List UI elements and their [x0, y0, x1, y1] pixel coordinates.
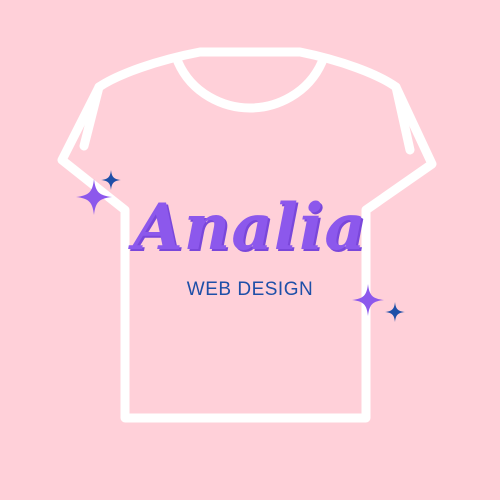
brand-name: Analia	[133, 190, 367, 265]
tagline: WEB DESIGN	[186, 279, 314, 300]
sparkle-icon	[385, 302, 405, 322]
sparkle-icon	[101, 170, 121, 190]
logo-canvas: Analia WEB DESIGN	[0, 0, 500, 500]
